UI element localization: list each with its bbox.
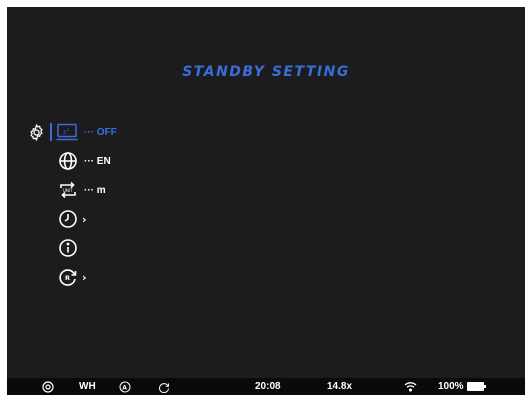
battery-percent: 100% [438,381,464,392]
svg-text:z: z [63,129,66,136]
svg-text:UNIT: UNIT [63,188,73,193]
standby-value: ··· OFF [84,126,117,138]
unit-value: ··· m [84,184,106,196]
svg-text:z: z [67,127,69,132]
menu-row-unit[interactable]: UNIT ··· m [58,179,106,201]
menu-row-standby[interactable]: z z ··· OFF [27,121,117,143]
menu-row-language[interactable]: ··· EN [58,150,111,172]
zoom-level: 14.8x [327,381,353,392]
sleep-timer-icon[interactable]: z z [56,123,78,141]
battery-icon [466,382,486,391]
globe-icon[interactable] [58,151,78,171]
wifi-icon [404,378,417,395]
battery-status: 100% [438,378,486,395]
unit-switch-icon[interactable]: UNIT [58,180,78,200]
auto-off-icon [158,378,170,395]
svg-text:R: R [65,274,70,282]
menu-row-info[interactable] [58,237,78,259]
selection-divider [50,123,52,141]
auto-mode-icon: A [119,378,131,395]
mode-label: WH [79,381,96,392]
menu-row-reset[interactable]: R › [58,266,87,288]
info-icon[interactable] [58,238,78,258]
gear-icon[interactable] [27,123,46,142]
time-chevron: › [82,212,87,226]
settings-menu: z z ··· OFF ··· EN UNIT ··· m › R › [7,7,525,395]
clock-icon[interactable] [58,209,78,229]
eye-icon [42,378,54,395]
reset-chevron: › [82,270,87,284]
status-bar: WH A 20:08 14.8x 100% [7,378,525,395]
reset-icon[interactable]: R [58,267,78,287]
menu-row-time[interactable]: › [58,208,87,230]
svg-text:A: A [122,384,127,391]
clock-time: 20:08 [255,381,281,392]
language-value: ··· EN [84,155,111,167]
device-screen: STANDBY SETTING z z ··· OFF ··· EN UNIT … [7,7,525,395]
